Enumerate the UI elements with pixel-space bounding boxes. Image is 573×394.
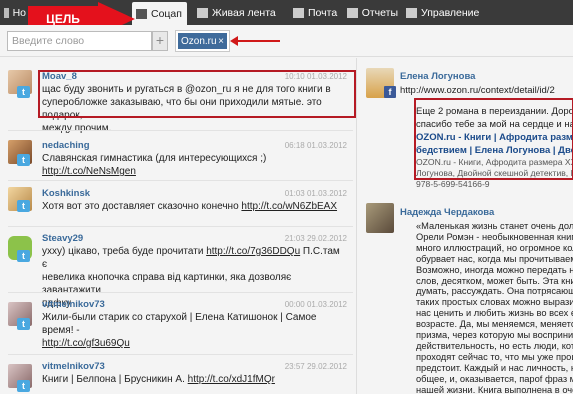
- post-author[interactable]: vitmelnikov73: [42, 361, 105, 372]
- post-text: Хотя вот это доставляет сказочно конечно…: [42, 201, 338, 212]
- twitter-icon: t: [17, 200, 30, 212]
- twitter-icon: t: [17, 250, 30, 262]
- avatar: [366, 203, 394, 233]
- tab-live-feed[interactable]: Живая лента: [193, 0, 283, 25]
- mail-icon: [293, 7, 304, 18]
- posts-feed-left: t Moav_8 10:10 01.03.2012 щас буду звони…: [0, 58, 357, 394]
- post-date: 00:00 01.03.2012: [284, 300, 347, 309]
- post-item: t vitmelnikov73 00:00 01.03.2012 Жили-бы…: [0, 294, 357, 354]
- post-link[interactable]: http://t.co/xdJ1fMQr: [188, 374, 275, 385]
- post-author[interactable]: Steavy29: [42, 233, 83, 244]
- post-text: «Маленькая жизнь станет очень долг Орели…: [416, 221, 573, 394]
- feed-icon: [197, 7, 208, 18]
- post-text: Жили-были старик со старухой | Елена Кат…: [42, 311, 342, 350]
- post-link[interactable]: http://t.co/gf3u69Qu: [42, 337, 342, 350]
- tab-reports-label: Отчеты: [361, 6, 398, 19]
- post-link[interactable]: http://t.co/NeNsMgen: [42, 166, 136, 177]
- post-link[interactable]: http://t.co/wN6ZbEAX: [241, 201, 337, 212]
- tab-mail[interactable]: Почта: [289, 0, 341, 25]
- twitter-icon: t: [17, 318, 30, 330]
- tab-management[interactable]: Управление: [402, 0, 492, 25]
- wrench-icon: [406, 7, 417, 18]
- home-icon: [4, 7, 9, 18]
- post-author[interactable]: vitmelnikov73: [42, 299, 105, 310]
- add-word-button[interactable]: +: [152, 31, 168, 51]
- filter-chip: Ozon.ru ×: [175, 30, 230, 52]
- post-item: t vitmelnikov73 23:57 29.02.2012 Книги |…: [0, 356, 357, 394]
- filter-chip-label: Ozon.ru: [181, 35, 217, 47]
- red-arrow-annotation: [230, 36, 280, 46]
- post-link[interactable]: http://www.ozon.ru/context/detail/id/2: [400, 84, 573, 97]
- filter-bar: + Ozon.ru ×: [0, 25, 573, 57]
- twitter-icon: t: [17, 380, 30, 392]
- post-item: t nedaching 06:18 01.03.2012 Славянская …: [0, 132, 357, 180]
- twitter-icon: t: [17, 86, 30, 98]
- post-author[interactable]: Koshkinsk: [42, 188, 90, 199]
- chart-icon: [347, 7, 358, 18]
- post-author[interactable]: nedaching: [42, 140, 90, 151]
- facebook-icon: f: [384, 86, 396, 98]
- posts-feed-right: f Елена Логунова http://www.ozon.ru/cont…: [358, 58, 573, 394]
- tab-social-label: Соцап: [151, 7, 182, 20]
- post-date: 06:18 01.03.2012: [284, 141, 347, 150]
- post-date: 21:03 29.02.2012: [284, 234, 347, 243]
- highlight-box: [38, 70, 356, 118]
- post-item: t Koshkinsk 01:03 01.03.2012 Хотя вот эт…: [0, 182, 357, 230]
- social-icon: [136, 8, 147, 19]
- search-input[interactable]: [7, 31, 152, 51]
- tab-social[interactable]: Соцап: [132, 2, 187, 25]
- post-author[interactable]: Елена Логунова: [400, 71, 475, 82]
- tab-live-feed-label: Живая лента: [212, 6, 276, 19]
- remove-filter-icon[interactable]: ×: [218, 36, 224, 47]
- post-text: Славянская гимнастика (для интересующихс…: [42, 153, 267, 177]
- twitter-icon: t: [17, 154, 30, 166]
- post-author[interactable]: Надежда Чердакова: [400, 207, 494, 218]
- post-date: 23:57 29.02.2012: [284, 362, 347, 371]
- post-link[interactable]: http://t.co/7g36DDQu: [206, 246, 300, 257]
- highlight-box: [414, 98, 573, 180]
- tab-mail-label: Почта: [308, 6, 338, 19]
- post-item: t Steavy29 21:03 29.02.2012 ухху) цікаво…: [0, 228, 357, 309]
- post-date: 01:03 01.03.2012: [284, 189, 347, 198]
- tab-reports[interactable]: Отчеты: [343, 0, 398, 25]
- tab-management-label: Управление: [421, 6, 480, 19]
- post-text: Книги | Белпона | Брусникин А. http://t.…: [42, 374, 275, 385]
